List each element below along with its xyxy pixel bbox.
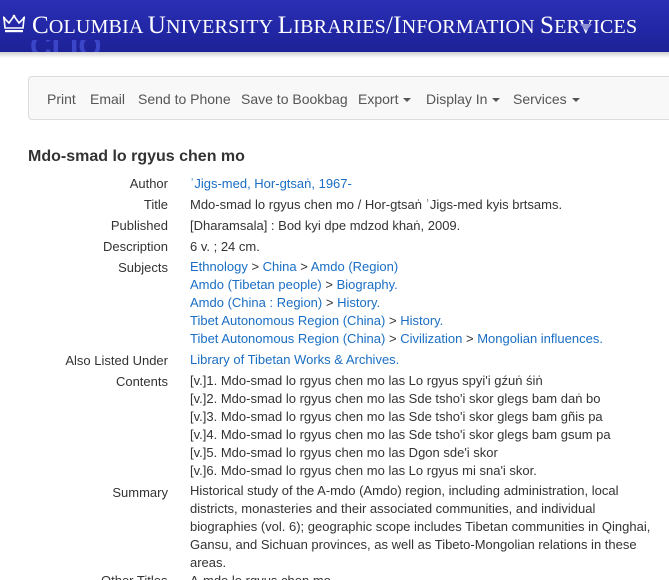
site-banner: COLUMBIA UNIVERSITY LIBRARIES/INFORMATIO… <box>0 0 669 52</box>
subject-item: Tibet Autonomous Region (China) > Histor… <box>190 312 603 330</box>
export-dropdown[interactable]: Export <box>358 91 412 107</box>
subjects-label: Subjects <box>118 260 168 275</box>
subject-link[interactable]: Biography. <box>337 277 398 292</box>
subject-link[interactable]: Mongolian influences. <box>477 331 603 346</box>
also-listed-under-value: Library of Tibetan Works & Archives. <box>190 351 399 369</box>
subject-separator: > <box>388 331 397 346</box>
summary-label: Summary <box>112 485 168 500</box>
title-part: NFORMATION <box>401 16 541 38</box>
print-button[interactable]: Print <box>47 91 76 107</box>
subjects-list: Ethnology > China > Amdo (Region) Amdo (… <box>190 258 603 348</box>
crown-logo-icon[interactable] <box>3 14 25 34</box>
subject-separator: > <box>325 295 334 310</box>
subject-item: Amdo (Tibetan people) > Biography. <box>190 276 603 294</box>
author-label: Author <box>129 176 168 191</box>
subject-link[interactable]: Amdo (Region) <box>311 259 398 274</box>
contents-list: [v.]1. Mdo-smad lo rgyus chen mo las Lo … <box>190 372 611 480</box>
subject-separator: > <box>465 331 474 346</box>
subject-link[interactable]: History. <box>400 313 443 328</box>
record-title: Mdo-smad lo rgyus chen mo <box>28 148 245 165</box>
title-initial: C <box>32 12 49 39</box>
subject-link[interactable]: Tibet Autonomous Region (China) <box>190 331 385 346</box>
subject-separator: > <box>300 259 308 274</box>
subject-link[interactable]: History. <box>337 295 380 310</box>
subject-item: Ethnology > China > Amdo (Region) <box>190 258 603 276</box>
chevron-down-icon[interactable] <box>580 24 592 31</box>
also-listed-under-label: Also Listed Under <box>65 353 168 368</box>
contents-item: [v.]4. Mdo-smad lo rgyus chen mo las Sde… <box>190 427 611 442</box>
contents-item: [v.]3. Mdo-smad lo rgyus chen mo las Sde… <box>190 409 603 424</box>
title-part: ERVICES <box>554 16 638 38</box>
title-part: IBRARIES <box>293 16 386 38</box>
subject-item: Amdo (China : Region) > History. <box>190 294 603 312</box>
contents-item: [v.]2. Mdo-smad lo rgyus chen mo las Sde… <box>190 391 601 406</box>
subject-link[interactable]: Tibet Autonomous Region (China) <box>190 313 385 328</box>
send-to-phone-button[interactable]: Send to Phone <box>138 91 231 107</box>
contents-item: [v.]6. Mdo-smad lo rgyus chen mo las Lo … <box>190 463 537 478</box>
subject-link[interactable]: Civilization <box>400 331 462 346</box>
display-in-dropdown[interactable]: Display In <box>426 91 501 107</box>
subject-separator: > <box>388 313 397 328</box>
published-label: Published <box>110 218 168 233</box>
banner-shadow <box>0 52 669 58</box>
contents-label: Contents <box>115 374 168 389</box>
chevron-down-icon <box>403 98 412 103</box>
title-initial: I <box>393 12 402 39</box>
title-initial: U <box>147 12 166 39</box>
published-value: [Dharamsala] : Bod kyi dpe mdzod khaṅ, 2… <box>190 218 461 233</box>
subject-item: Tibet Autonomous Region (China) > Civili… <box>190 330 603 348</box>
page: COLUMBIA UNIVERSITY LIBRARIES/INFORMATIO… <box>0 0 669 580</box>
subject-separator: > <box>251 259 260 274</box>
title-value: Mdo-smad lo rgyus chen mo / Hor-gtsaṅ ʾJ… <box>190 197 563 212</box>
subject-link[interactable]: Amdo (Tibetan people) <box>190 277 322 292</box>
other-titles-value: A-mdo lo rgyus chen mo <box>190 572 331 580</box>
clio-logo-partial: CLIO <box>30 40 100 52</box>
also-listed-under-link[interactable]: Library of Tibetan Works & Archives. <box>190 352 399 367</box>
contents-item: [v.]5. Mdo-smad lo rgyus chen mo las Dgo… <box>190 445 498 460</box>
contents-item: [v.]1. Mdo-smad lo rgyus chen mo las Lo … <box>190 373 543 388</box>
title-initial: S <box>540 12 555 39</box>
title-label: Title <box>143 197 168 212</box>
chevron-down-icon <box>571 98 580 103</box>
chevron-down-icon <box>492 98 501 103</box>
email-button[interactable]: Email <box>90 91 125 107</box>
other-titles-label: Other Titles <box>101 572 167 580</box>
title-part: OLUMBIA <box>48 16 148 38</box>
other-titles-row: Other Titles A-mdo lo rgyus chen mo <box>0 572 669 580</box>
author-value: ʾJigs-med, Hor-gtsaṅ, 1967- <box>190 175 352 193</box>
subject-link[interactable]: Amdo (China : Region) <box>190 295 322 310</box>
subject-separator: > <box>325 277 333 292</box>
display-in-label: Display In <box>426 91 488 107</box>
export-label: Export <box>358 91 399 107</box>
title-part: NIVERSITY <box>165 16 278 38</box>
subject-link[interactable]: Ethnology <box>190 259 248 274</box>
services-dropdown[interactable]: Services <box>513 91 580 107</box>
description-label: Description <box>102 239 168 254</box>
services-label: Services <box>513 91 567 107</box>
summary-value: Historical study of the A-mdo (Amdo) reg… <box>190 483 651 570</box>
save-to-bookbag-button[interactable]: Save to Bookbag <box>241 91 348 107</box>
title-initial: L <box>277 12 294 39</box>
subject-link[interactable]: China <box>263 259 297 274</box>
record-toolbar: Print Email Send to Phone Save to Bookba… <box>28 76 669 120</box>
description-value: 6 v. ; 24 cm. <box>190 239 260 254</box>
author-link[interactable]: ʾJigs-med, Hor-gtsaṅ, 1967- <box>190 176 352 191</box>
site-title[interactable]: COLUMBIA UNIVERSITY LIBRARIES/INFORMATIO… <box>32 12 637 40</box>
